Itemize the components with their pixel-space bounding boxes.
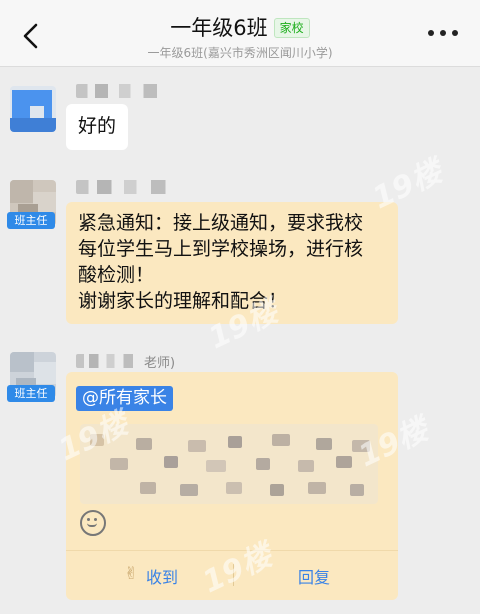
- role-tag: 班主任: [7, 212, 55, 229]
- notice-line: 每位学生马上到学校操场，进行核: [78, 238, 364, 260]
- emoji-reaction-icon[interactable]: [80, 510, 106, 536]
- notice-text: 紧急通知：接上级通知，要求我校 每位学生马上到学校操场，进行核 酸检测！ 谢谢家…: [78, 210, 394, 314]
- reply-button[interactable]: 回复: [298, 564, 330, 588]
- mention-all-parents[interactable]: @所有家长: [76, 386, 173, 411]
- message-bubble[interactable]: 好的: [66, 104, 128, 150]
- home-school-badge: 家校: [273, 18, 310, 38]
- hand-icon: ✌: [124, 564, 139, 584]
- chat-header: 一年级6班 家校 一年级6班(嘉兴市秀洲区闻川小学): [0, 0, 480, 67]
- notice-line: 酸检测！: [78, 264, 155, 286]
- avatar[interactable]: [10, 86, 56, 132]
- chat-title: 一年级6班: [170, 16, 268, 40]
- chat-title-row: 一年级6班 家校: [0, 12, 480, 42]
- message-text: 好的: [78, 115, 117, 137]
- role-tag: 班主任: [7, 385, 55, 402]
- sender-name-blurred: [76, 354, 142, 368]
- sender-name-blurred: [76, 84, 170, 98]
- more-dots-icon[interactable]: [428, 28, 458, 38]
- chat-subtitle: 一年级6班(嘉兴市秀洲区闻川小学): [147, 46, 333, 60]
- received-button[interactable]: 收到: [146, 564, 178, 588]
- notice-line: 紧急通知：接上级通知，要求我校: [78, 212, 364, 234]
- sender-name-blurred: [76, 180, 180, 194]
- sender-name-suffix: 老师): [144, 356, 176, 371]
